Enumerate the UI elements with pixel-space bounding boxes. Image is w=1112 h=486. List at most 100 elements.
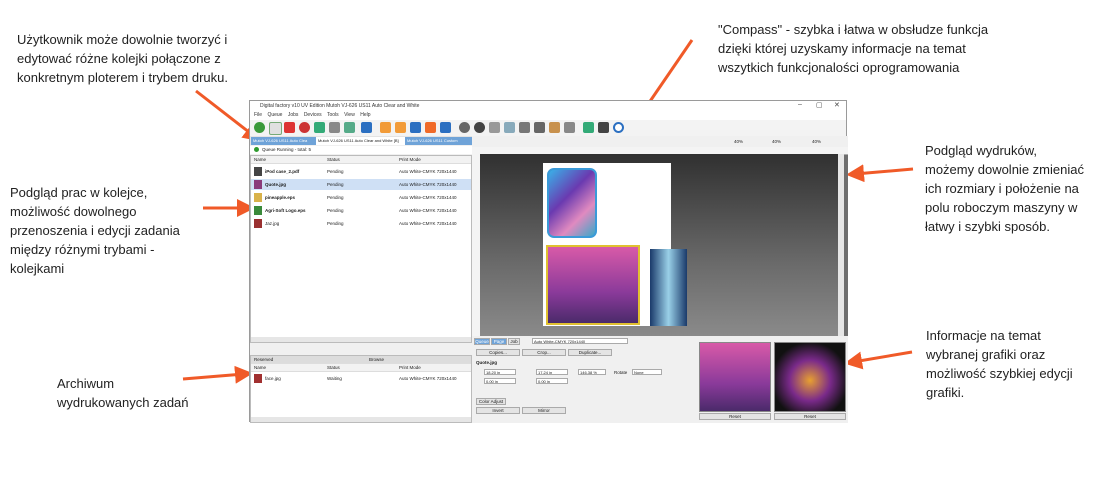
job-status: Pending: [327, 182, 344, 187]
tab-browse[interactable]: Browse: [369, 357, 384, 362]
close-button[interactable]: ✕: [834, 101, 840, 109]
zoom-select-3[interactable]: 40%: [812, 139, 821, 144]
title-bar: Digital factory v10 UV Edition Mutoh VJ-…: [250, 101, 846, 112]
job-row[interactable]: Jaz.jpg Pending Auto White-CMYK 720x1440: [251, 218, 471, 229]
jobs-header: Name Status Print Mode: [251, 156, 471, 164]
toolbar: [250, 120, 846, 137]
crop-button[interactable]: Crop...: [522, 349, 566, 356]
job-name: iPod case_2.pdf: [265, 169, 300, 174]
tab-queue-2[interactable]: Mutoh VJ-626 US11 Auto Clear and White […: [316, 137, 406, 145]
export-icon[interactable]: [395, 122, 406, 133]
cancel-icon[interactable]: [474, 122, 485, 133]
compass-icon[interactable]: [613, 122, 624, 133]
maximize-button[interactable]: ▢: [816, 101, 823, 109]
archive-header: Name Status Print Mode: [251, 364, 471, 372]
menu-queue[interactable]: Queue: [267, 112, 282, 118]
copies-button[interactable]: Copies...: [476, 349, 520, 356]
preview-icon[interactable]: [361, 122, 372, 133]
zoom-select-1[interactable]: 40%: [734, 139, 743, 144]
tab-queue-1[interactable]: Mutoh VJ-626 US11 Auto Clea: [251, 137, 317, 145]
split-icon[interactable]: [425, 122, 436, 133]
graphic-info-panel: Queue Page Job Auto White-CMYK 720x1440 …: [472, 336, 696, 423]
original-thumbnail[interactable]: [699, 342, 771, 412]
monitor-icon[interactable]: [598, 122, 609, 133]
col-status[interactable]: Status: [327, 365, 340, 370]
rip-icon[interactable]: [519, 122, 530, 133]
network-icon[interactable]: [504, 122, 515, 133]
arrow-thumbs: [844, 350, 913, 370]
offset-y-field[interactable]: 0.00 in: [536, 378, 568, 384]
menu-file[interactable]: File: [254, 112, 262, 118]
offset-x-field[interactable]: 0.00 in: [484, 378, 516, 384]
pineapple-image[interactable]: [650, 249, 687, 326]
reset-button-2[interactable]: Reset: [774, 413, 846, 420]
scale-field[interactable]: 146.38 %: [578, 369, 606, 375]
grid-icon[interactable]: [344, 122, 355, 133]
preview-scrollbar[interactable]: [838, 154, 844, 336]
col-name[interactable]: Name: [254, 157, 266, 162]
menu-view[interactable]: View: [344, 112, 355, 118]
jobs-scrollbar[interactable]: [251, 337, 471, 342]
import-icon[interactable]: [380, 122, 391, 133]
job-thumbnail: [254, 374, 262, 383]
job-row[interactable]: Agri-Soft Logo.eps Pending Auto White-CM…: [251, 205, 471, 216]
archive-panel: Reserved Browse Name Status Print Mode f…: [250, 355, 472, 423]
color-adjust-button[interactable]: Color Adjust: [476, 398, 506, 405]
job-thumbnail: [254, 206, 262, 215]
col-name[interactable]: Name: [254, 365, 266, 370]
width-field[interactable]: 18.20 in: [484, 369, 516, 375]
queue-status: Queue Running - total: 5: [250, 146, 472, 154]
edited-thumbnail[interactable]: [774, 342, 846, 412]
phone-case-image[interactable]: [547, 168, 597, 238]
tab-queue[interactable]: Queue: [474, 338, 490, 345]
mirror-button[interactable]: Mirror: [522, 407, 566, 414]
add-job-icon[interactable]: [269, 122, 282, 135]
job-mode: Auto White-CMYK 720x1440: [399, 182, 457, 187]
duplicate-button[interactable]: Duplicate...: [568, 349, 612, 356]
move-up-icon[interactable]: [314, 122, 325, 133]
quote-image[interactable]: [546, 245, 640, 325]
job-row[interactable]: Quote.jpg Pending Auto White-CMYK 720x14…: [251, 179, 471, 190]
job-thumbnail: [254, 219, 262, 228]
delete-job-icon[interactable]: [284, 122, 295, 133]
printer-icon[interactable]: [564, 122, 575, 133]
check-icon[interactable]: [583, 122, 594, 133]
queue-tabs: Mutoh VJ-626 US11 Auto Clea Mutoh VJ-626…: [250, 136, 473, 145]
tab-queue-3[interactable]: Mutoh VJ-626 US11 Custom: [405, 137, 473, 145]
print-preview: 40% 40% 40%: [472, 136, 848, 336]
job-mode: Auto White-CMYK 720x1440: [399, 376, 457, 381]
height-field[interactable]: 17.24 in: [536, 369, 568, 375]
minimize-button[interactable]: –: [798, 101, 802, 108]
col-mode[interactable]: Print Mode: [399, 157, 421, 162]
reset-button-1[interactable]: Reset: [699, 413, 771, 420]
gear-icon[interactable]: [459, 122, 470, 133]
archive-scrollbar[interactable]: [251, 417, 471, 422]
menu-devices[interactable]: Devices: [304, 112, 322, 118]
zoom-select-2[interactable]: 40%: [772, 139, 781, 144]
job-row[interactable]: pineapple.eps Pending Auto White-CMYK 72…: [251, 192, 471, 203]
menu-jobs[interactable]: Jobs: [288, 112, 299, 118]
menu-tools[interactable]: Tools: [327, 112, 339, 118]
color-icon[interactable]: [549, 122, 560, 133]
col-status[interactable]: Status: [327, 157, 340, 162]
page-icon[interactable]: [440, 122, 451, 133]
col-mode[interactable]: Print Mode: [399, 365, 421, 370]
rotate-select[interactable]: None: [632, 369, 662, 375]
print-mode-select[interactable]: Auto White-CMYK 720x1440: [532, 338, 628, 344]
arrow-preview: [846, 164, 914, 183]
arrow-archive: [182, 365, 253, 384]
settings-icon[interactable]: [329, 122, 340, 133]
graphic-thumbnails: Reset Reset: [696, 336, 848, 423]
invert-button[interactable]: Invert: [476, 407, 520, 414]
print-icon[interactable]: [534, 122, 545, 133]
job-row[interactable]: iPod case_2.pdf Pending Auto White-CMYK …: [251, 166, 471, 177]
refresh-icon[interactable]: [489, 122, 500, 133]
tab-reserved[interactable]: Reserved: [254, 357, 273, 362]
menu-help[interactable]: Help: [360, 112, 370, 118]
tab-page[interactable]: Page: [491, 338, 507, 345]
add-queue-icon[interactable]: [254, 122, 265, 133]
stop-icon[interactable]: [299, 122, 310, 133]
layout-icon[interactable]: [410, 122, 421, 133]
archive-row[interactable]: face.jpg Waiting Auto White-CMYK 720x144…: [251, 373, 471, 384]
tab-job[interactable]: Job: [508, 338, 520, 345]
